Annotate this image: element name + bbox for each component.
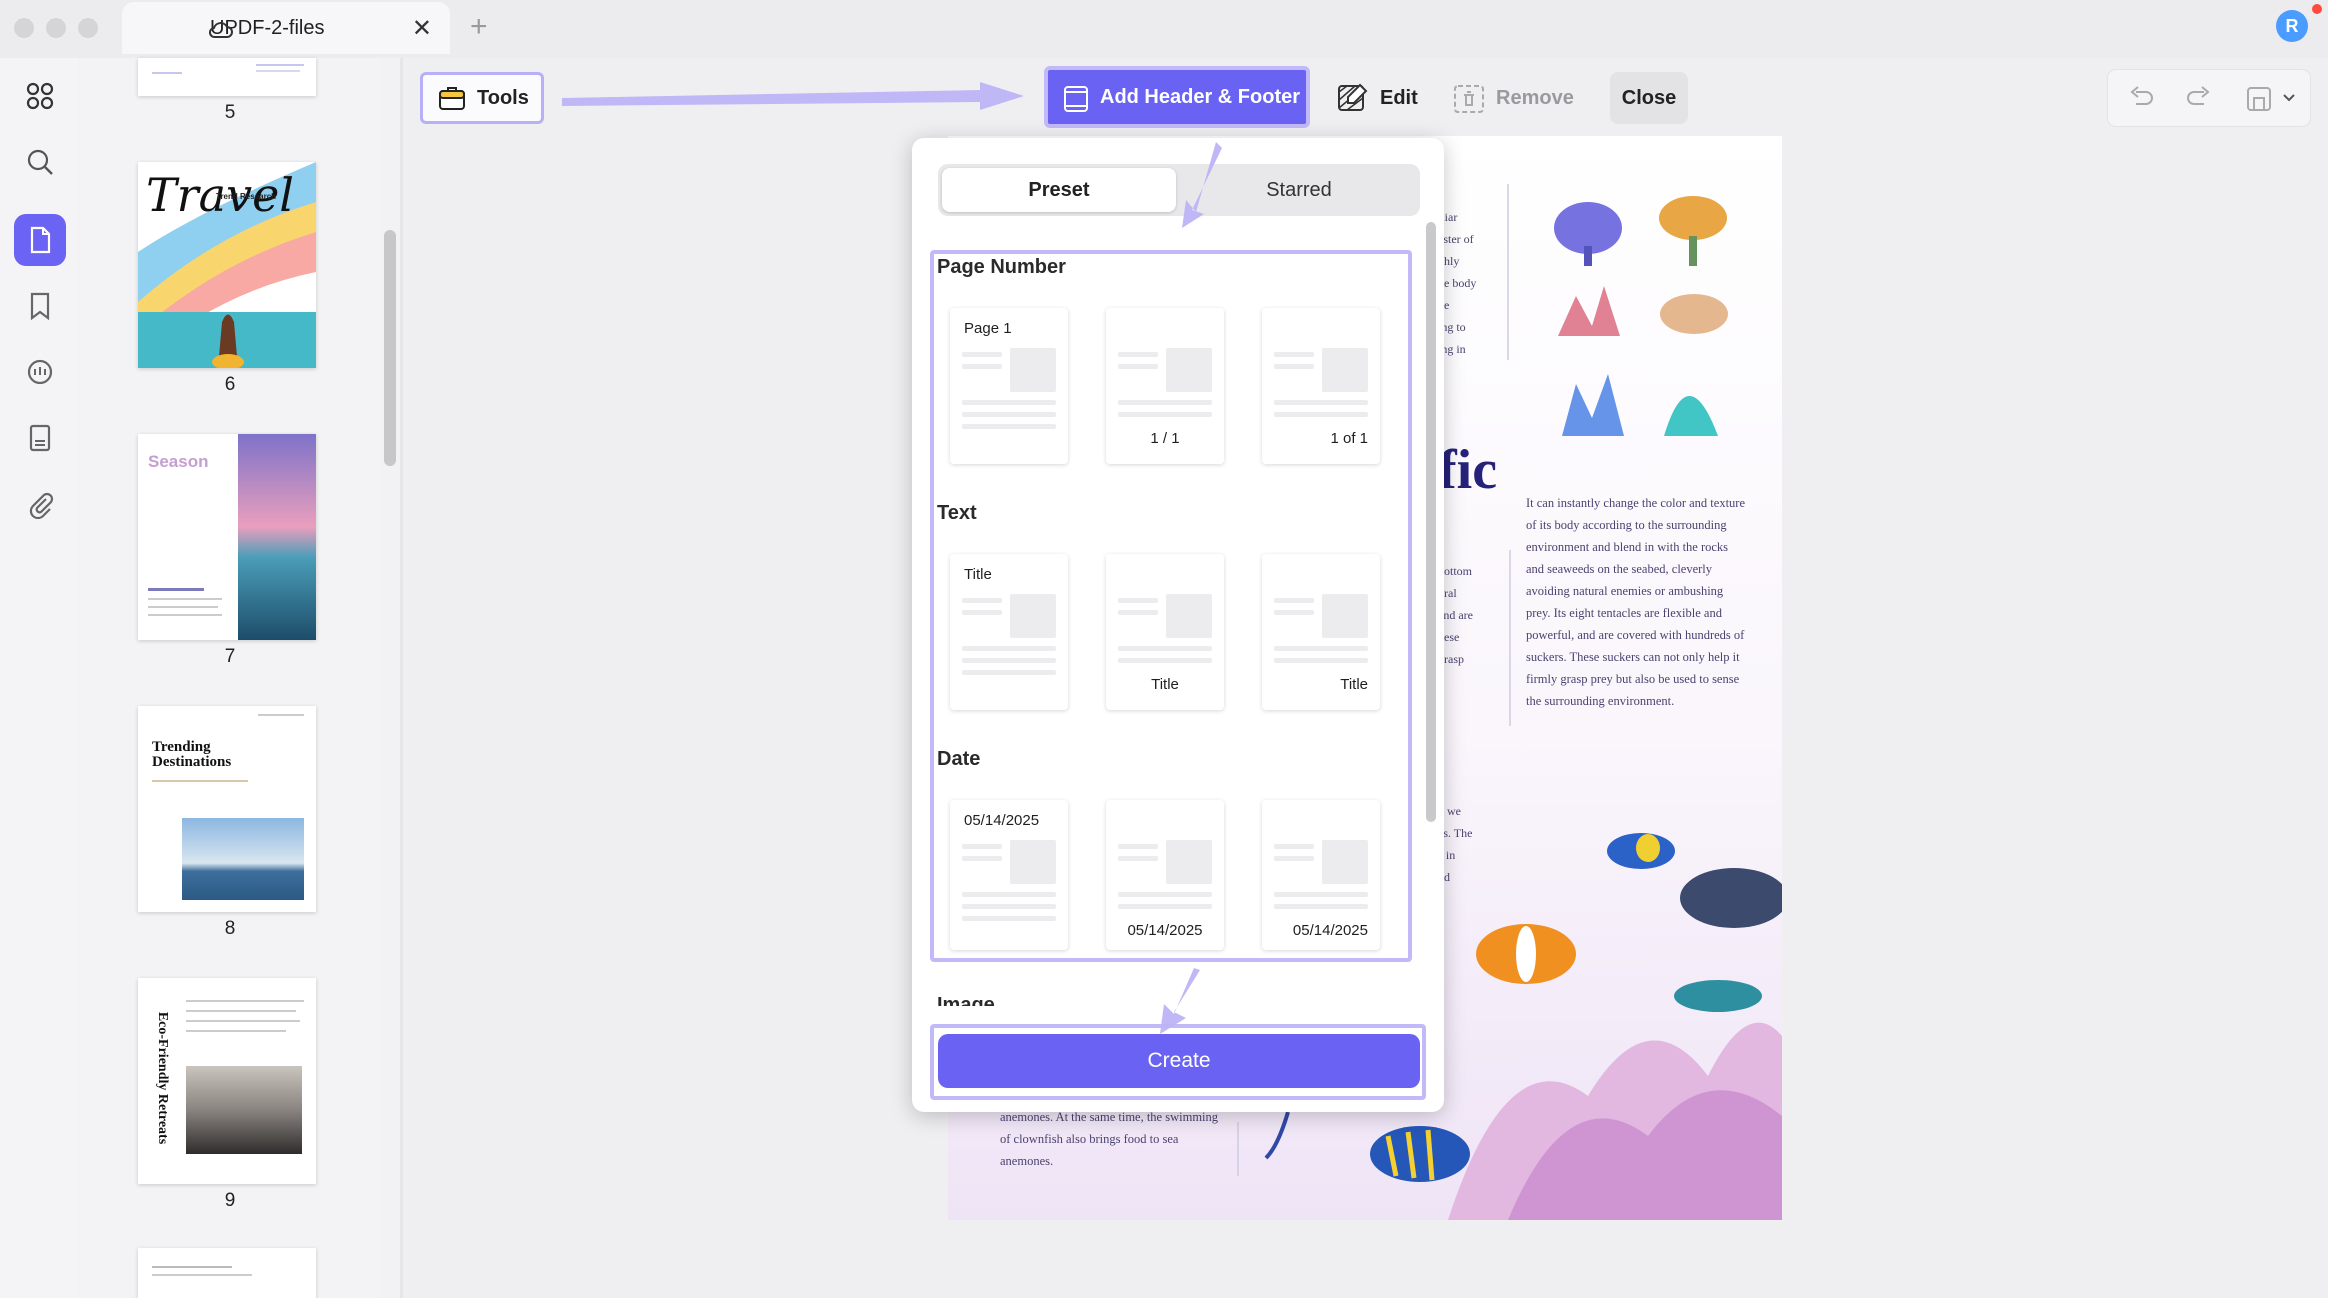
document-heading-fragment: fic <box>1438 439 1498 501</box>
section-clip <box>912 1006 1424 1026</box>
preset-card-page-number-top-left[interactable]: Page 1 <box>950 308 1068 464</box>
add-header-footer-button[interactable]: Add Header & Footer <box>1044 66 1310 128</box>
page-thumbnail-6[interactable]: Travel Trend Research <box>138 162 316 368</box>
new-tab-button[interactable]: + <box>470 10 488 44</box>
preset-card-text-bottom-center[interactable]: Title <box>1106 554 1224 710</box>
popover-scrollbar[interactable] <box>1426 222 1436 822</box>
create-button[interactable]: Create <box>938 1034 1420 1088</box>
edit-button[interactable]: Edit <box>1336 72 1418 124</box>
page-thumbnail-5[interactable] <box>138 58 316 96</box>
remove-label: Remove <box>1496 86 1574 109</box>
page-thumbnail-7[interactable]: Season <box>138 434 316 640</box>
notification-dot <box>2312 4 2322 14</box>
thumbnails-grid-icon[interactable] <box>14 70 66 122</box>
thumbnail-scrollbar[interactable] <box>384 230 396 466</box>
edit-pattern-icon <box>1338 83 1368 111</box>
page-number-9: 9 <box>224 1190 236 1211</box>
preset-card-text-bottom-right[interactable]: Title <box>1262 554 1380 710</box>
document-paragraph: It can instantly change the color and te… <box>1526 496 1746 708</box>
preset-card-date-bottom-center[interactable]: 05/14/2025 <box>1106 800 1224 950</box>
page-number-8: 8 <box>224 918 236 939</box>
thumbnail-title: Trending Destinations <box>152 739 232 770</box>
bookmark-icon[interactable] <box>14 280 66 332</box>
header-footer-popover: Preset Starred Page Number Page 1 1 / 1 … <box>912 138 1444 1112</box>
thumbnail-title: Eco-Friendly Retreats <box>155 1011 170 1145</box>
page-thumbnail-10[interactable] <box>138 1248 316 1298</box>
tab-close-icon[interactable]: ✕ <box>412 14 432 43</box>
document-tab[interactable]: UPDF-2-files ✕ <box>122 2 450 54</box>
window-minimize-dot[interactable] <box>46 18 66 38</box>
save-icon[interactable] <box>2244 84 2274 114</box>
section-page-number-title: Page Number <box>937 256 1066 278</box>
history-toolbar <box>2108 70 2310 126</box>
preset-card-date-bottom-right[interactable]: 05/14/2025 <box>1262 800 1380 950</box>
cloud-icon <box>208 22 233 38</box>
section-text-title: Text <box>937 502 977 524</box>
thumbnail-panel: 5 Travel Trend Research 6 Season 7 Trend… <box>80 58 380 1298</box>
page-number-7: 7 <box>224 646 236 667</box>
undo-icon[interactable] <box>2126 84 2156 112</box>
preset-card-date-top-left[interactable]: 05/14/2025 <box>950 800 1068 950</box>
preset-card-page-number-bottom-center[interactable]: 1 / 1 <box>1106 308 1224 464</box>
document-bottom-text: anemones. At the same time, the swimming… <box>1000 1110 1219 1168</box>
page-number-6: 6 <box>224 374 236 395</box>
page-number-5: 5 <box>224 102 236 123</box>
tools-button[interactable]: Tools <box>420 72 544 124</box>
tab-preset[interactable]: Preset <box>942 168 1176 212</box>
window-close-dot[interactable] <box>14 18 34 38</box>
left-sidebar <box>0 58 78 1298</box>
add-header-footer-label: Add Header & Footer <box>1100 85 1301 108</box>
redo-icon[interactable] <box>2184 84 2214 112</box>
toolbox-icon <box>439 87 465 110</box>
comment-icon[interactable] <box>14 346 66 398</box>
remove-button[interactable]: Remove <box>1452 72 1574 124</box>
window-zoom-dot[interactable] <box>78 18 98 38</box>
close-button[interactable]: Close <box>1610 72 1688 124</box>
avatar[interactable]: R <box>2276 10 2308 42</box>
attachment-icon[interactable] <box>14 478 66 530</box>
tab-starred[interactable]: Starred <box>1182 168 1416 212</box>
preset-card-text-top-left[interactable]: Title <box>950 554 1068 710</box>
preset-starred-segmented-control: Preset Starred <box>938 164 1420 216</box>
search-icon[interactable] <box>14 136 66 188</box>
document-properties-icon[interactable] <box>14 412 66 464</box>
page-thumbnail-8[interactable]: Trending Destinations <box>138 706 316 912</box>
chevron-down-icon[interactable] <box>2282 92 2296 104</box>
tools-label: Tools <box>477 86 529 109</box>
thumbnail-title: Season <box>148 452 209 471</box>
page-thumbnail-9[interactable]: Eco-Friendly Retreats <box>138 978 316 1184</box>
pages-icon[interactable] <box>14 214 66 266</box>
header-footer-icon <box>1064 86 1088 112</box>
section-date-title: Date <box>937 748 981 770</box>
remove-icon <box>1454 85 1484 113</box>
thumbnail-subtitle: Trend Research <box>216 192 277 201</box>
title-bar: UPDF-2-files ✕ + R <box>0 0 2328 58</box>
edit-label: Edit <box>1380 86 1418 109</box>
preset-card-page-number-bottom-right[interactable]: 1 of 1 <box>1262 308 1380 464</box>
